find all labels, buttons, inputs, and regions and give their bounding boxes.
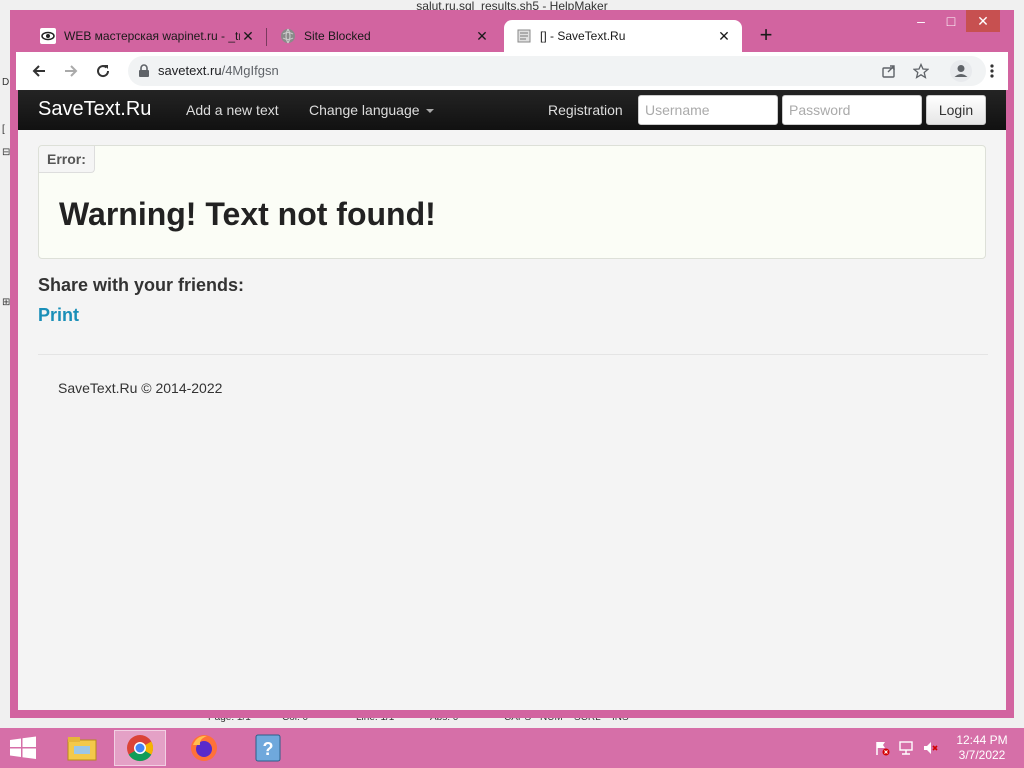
nav-registration[interactable]: Registration — [548, 102, 623, 118]
share-icon[interactable] — [880, 62, 898, 80]
login-button[interactable]: Login — [926, 95, 986, 125]
address-bar[interactable]: savetext.ru/4MgIfgsn — [128, 56, 986, 86]
clock-time: 12:44 PM — [956, 733, 1008, 747]
nav-change-language-label: Change language — [309, 102, 420, 118]
close-icon[interactable]: ✕ — [716, 28, 732, 44]
page-viewport: SaveText.Ru Add a new text Change langua… — [18, 90, 1006, 710]
star-icon[interactable] — [912, 62, 930, 80]
tab-savetext[interactable]: [] - SaveText.Ru ✕ — [504, 20, 742, 52]
forward-arrow-icon[interactable] — [58, 58, 84, 84]
print-link[interactable]: Print — [38, 305, 79, 326]
maximize-button[interactable]: □ — [936, 10, 966, 32]
profile-avatar-icon[interactable] — [950, 60, 972, 82]
footer-copyright: SaveText.Ru © 2014-2022 — [58, 380, 223, 396]
volume-muted-icon[interactable] — [922, 740, 938, 756]
background-marker: [ — [2, 124, 5, 135]
system-clock[interactable]: 12:44 PM 3/7/2022 — [952, 733, 1012, 763]
tab-label: Site Blocked — [304, 29, 371, 43]
tab-strip: WEB мастерская wapinet.ru - _tr ✕ Site B… — [10, 10, 1014, 52]
reload-icon[interactable] — [90, 58, 116, 84]
error-label: Error: — [39, 146, 95, 173]
window-close-button[interactable]: ✕ — [966, 10, 1000, 32]
action-center-flag-icon[interactable] — [874, 740, 890, 756]
url-domain: savetext.ru — [158, 63, 222, 78]
tab-site-blocked[interactable]: Site Blocked ✕ — [268, 20, 500, 52]
eye-icon — [40, 28, 56, 44]
tab-label: [] - SaveText.Ru — [540, 29, 626, 43]
browser-toolbar: savetext.ru/4MgIfgsn — [16, 52, 1008, 90]
help-icon[interactable]: ? — [242, 730, 294, 766]
close-icon[interactable]: ✕ — [474, 28, 490, 44]
error-message: Warning! Text not found! — [59, 196, 436, 232]
file-explorer-icon[interactable] — [56, 730, 108, 766]
taskbar: ? 12:44 PM 3/7/2022 — [0, 728, 1024, 768]
firefox-icon[interactable] — [178, 730, 230, 766]
divider — [38, 354, 988, 355]
error-panel: Error: Warning! Text not found! — [38, 145, 986, 259]
new-tab-button[interactable]: + — [754, 24, 778, 48]
lock-icon — [138, 64, 150, 83]
back-arrow-icon[interactable] — [26, 58, 52, 84]
background-marker: D — [2, 77, 10, 88]
chrome-icon[interactable] — [114, 730, 166, 766]
site-brand[interactable]: SaveText.Ru — [38, 98, 151, 121]
clock-date: 3/7/2022 — [958, 748, 1006, 762]
network-icon[interactable] — [898, 740, 914, 756]
tab-label: WEB мастерская wapinet.ru - _tr — [64, 29, 240, 43]
password-input[interactable] — [782, 95, 922, 125]
menu-dots-icon[interactable] — [982, 58, 1002, 84]
tab-wapinet[interactable]: WEB мастерская wapinet.ru - _tr ✕ — [28, 20, 266, 52]
windows-start-icon[interactable] — [8, 736, 38, 760]
document-icon — [516, 28, 532, 44]
share-heading: Share with your friends: — [38, 275, 245, 295]
username-input[interactable] — [638, 95, 778, 125]
tab-separator — [266, 28, 267, 46]
url-path: /4MgIfgsn — [221, 63, 279, 78]
url-text: savetext.ru/4MgIfgsn — [158, 63, 279, 78]
site-navbar: SaveText.Ru Add a new text Change langua… — [18, 90, 1006, 130]
minimize-button[interactable]: – — [906, 10, 936, 32]
caret-down-icon — [425, 109, 434, 114]
background-app-left-edge: D [ ⊟ ⊞ — [0, 12, 10, 712]
nav-add-text[interactable]: Add a new text — [186, 102, 279, 118]
browser-window: WEB мастерская wapinet.ru - _tr ✕ Site B… — [10, 10, 1014, 718]
close-icon[interactable]: ✕ — [240, 28, 256, 44]
globe-icon — [280, 28, 296, 44]
nav-change-language[interactable]: Change language — [309, 102, 434, 118]
background-app-right-edge — [1014, 12, 1024, 712]
svg-text:?: ? — [263, 739, 274, 759]
